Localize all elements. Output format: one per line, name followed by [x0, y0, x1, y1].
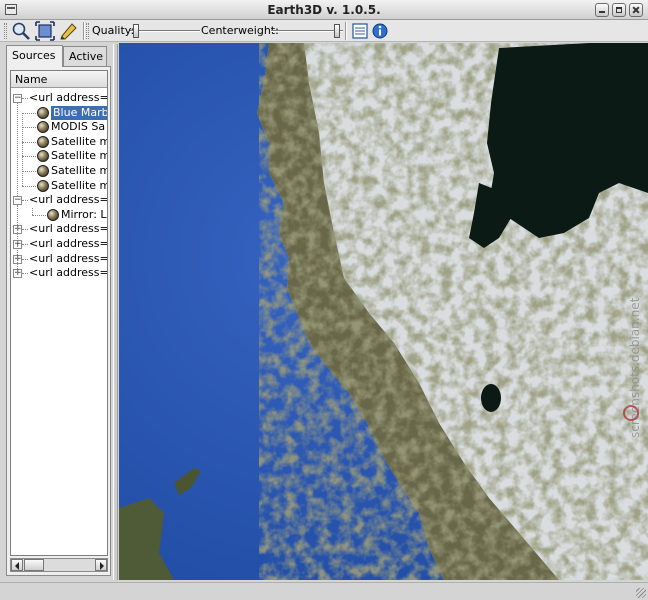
tree-item[interactable]: Satellite m	[11, 178, 108, 193]
tree-item[interactable]: +<url address="h	[11, 251, 108, 266]
tree-connector	[22, 156, 36, 158]
scroll-right-button[interactable]	[95, 559, 107, 571]
window-title: Earth3D v. 1.0.5.	[267, 3, 381, 17]
tree-item-label: <url address="h	[29, 222, 108, 236]
zoom-icon[interactable]	[11, 21, 31, 41]
globe-icon	[37, 179, 49, 192]
tree-item[interactable]: Mirror: Lar	[11, 207, 107, 222]
centerweight-slider[interactable]	[271, 24, 343, 38]
tree-connector	[17, 103, 18, 197]
tree-item[interactable]: Satellite m	[11, 134, 108, 149]
satellite-imagery: screenshots.debian.net	[119, 43, 648, 580]
watermark: screenshots.debian.net	[628, 297, 642, 438]
tree-item-label: <url address="h	[29, 251, 108, 265]
tree-connector	[22, 244, 28, 245]
panel-splitter[interactable]	[113, 44, 118, 580]
centerweight-label: Centerweight:	[201, 24, 279, 37]
tree-item[interactable]: Blue Marb	[11, 105, 107, 120]
globe-icon	[37, 165, 49, 177]
tree-item[interactable]: Satellite m	[11, 149, 108, 163]
sources-tab-page: Name −<url address="hBlue MarbMODIS SaSa…	[6, 66, 111, 576]
scroll-left-button[interactable]	[11, 559, 23, 571]
tree-item-label: <url address="h	[29, 237, 108, 250]
list-view-icon[interactable]	[350, 21, 370, 41]
fit-view-icon[interactable]	[35, 21, 55, 41]
tree-item-label: Satellite m	[51, 178, 108, 192]
scroll-thumb[interactable]	[24, 559, 44, 571]
tree-connector	[32, 207, 33, 215]
sources-tree[interactable]: Name −<url address="hBlue MarbMODIS SaSa…	[10, 70, 108, 556]
toolbar-grip[interactable]	[4, 23, 7, 39]
tree-item[interactable]: MODIS Sa	[11, 120, 107, 134]
pencil-icon[interactable]	[59, 21, 79, 41]
tree-connector	[22, 98, 28, 99]
tree-connector	[22, 200, 28, 202]
maximize-button[interactable]	[612, 3, 626, 17]
close-button[interactable]	[629, 3, 643, 17]
quality-slider-handle[interactable]	[133, 24, 139, 38]
collapse-icon[interactable]: −	[13, 94, 22, 103]
tree-connector	[22, 185, 36, 187]
status-bar	[0, 582, 648, 600]
tree-item-label: <url address="h	[29, 91, 108, 104]
tree-item-label: MODIS Sa	[51, 120, 106, 134]
collapse-icon[interactable]: −	[13, 196, 22, 206]
size-grip[interactable]	[636, 588, 646, 598]
tree-item[interactable]: +<url address="h	[11, 222, 108, 236]
tree-item-label: Satellite m	[51, 164, 108, 177]
toolbar-separator	[83, 22, 85, 40]
toolbar-separator	[345, 22, 347, 40]
tab-sources[interactable]: Sources	[6, 45, 63, 67]
toolbar-grip[interactable]	[86, 23, 89, 39]
tree-item-label: Blue Marb	[51, 105, 107, 120]
tree-connector	[22, 112, 36, 114]
tree-connector	[32, 214, 46, 216]
globe-info-icon[interactable]	[370, 21, 390, 41]
tree-connector	[17, 205, 18, 274]
centerweight-slider-groove	[271, 30, 343, 32]
quality-slider[interactable]	[130, 24, 200, 38]
name-column-header[interactable]: Name	[11, 71, 107, 88]
tab-active[interactable]: Active	[63, 46, 107, 66]
tab-sources-label: Sources	[12, 49, 56, 62]
tree-item-label: Satellite m	[51, 134, 108, 148]
toolbar: Quality: Centerweight:	[0, 20, 648, 42]
name-column-header-label: Name	[15, 73, 48, 86]
globe-icon	[37, 106, 49, 119]
tree-connector	[22, 258, 28, 260]
tree-item[interactable]: +<url address="h	[11, 237, 108, 251]
globe-icon	[37, 150, 49, 163]
globe-icon	[47, 208, 59, 221]
tree-connector	[22, 112, 23, 186]
centerweight-slider-handle[interactable]	[334, 24, 340, 38]
tree-horizontal-scrollbar[interactable]	[10, 558, 108, 572]
globe-icon	[37, 135, 49, 148]
tree-connector	[22, 141, 36, 143]
quality-slider-groove	[130, 30, 200, 32]
tree-item[interactable]: +<url address="h	[11, 266, 108, 280]
tree-item[interactable]: −<url address="h	[11, 193, 108, 207]
quality-label: Quality:	[92, 24, 135, 37]
tree-item-label: Satellite m	[51, 149, 108, 163]
tree-item-label: <url address="h	[29, 193, 108, 207]
tree-item[interactable]: Satellite m	[11, 164, 108, 178]
globe-icon	[37, 121, 49, 134]
minimize-button[interactable]	[595, 3, 609, 17]
tree-item-label: <url address="h	[29, 266, 108, 280]
tree-connector	[22, 127, 36, 129]
tab-active-label: Active	[69, 50, 104, 63]
small-lake	[481, 384, 501, 412]
tree-connector	[22, 273, 28, 275]
tree-item-label: Mirror: Lar	[61, 207, 107, 221]
tree-connector	[22, 171, 36, 172]
tree-connector	[22, 229, 28, 231]
title-bar: Earth3D v. 1.0.5.	[0, 0, 648, 20]
globe-view[interactable]: screenshots.debian.net	[119, 43, 648, 580]
tree-item[interactable]: −<url address="h	[11, 91, 108, 105]
sources-panel: Sources Active Name −<url address="hBlue…	[6, 45, 112, 578]
